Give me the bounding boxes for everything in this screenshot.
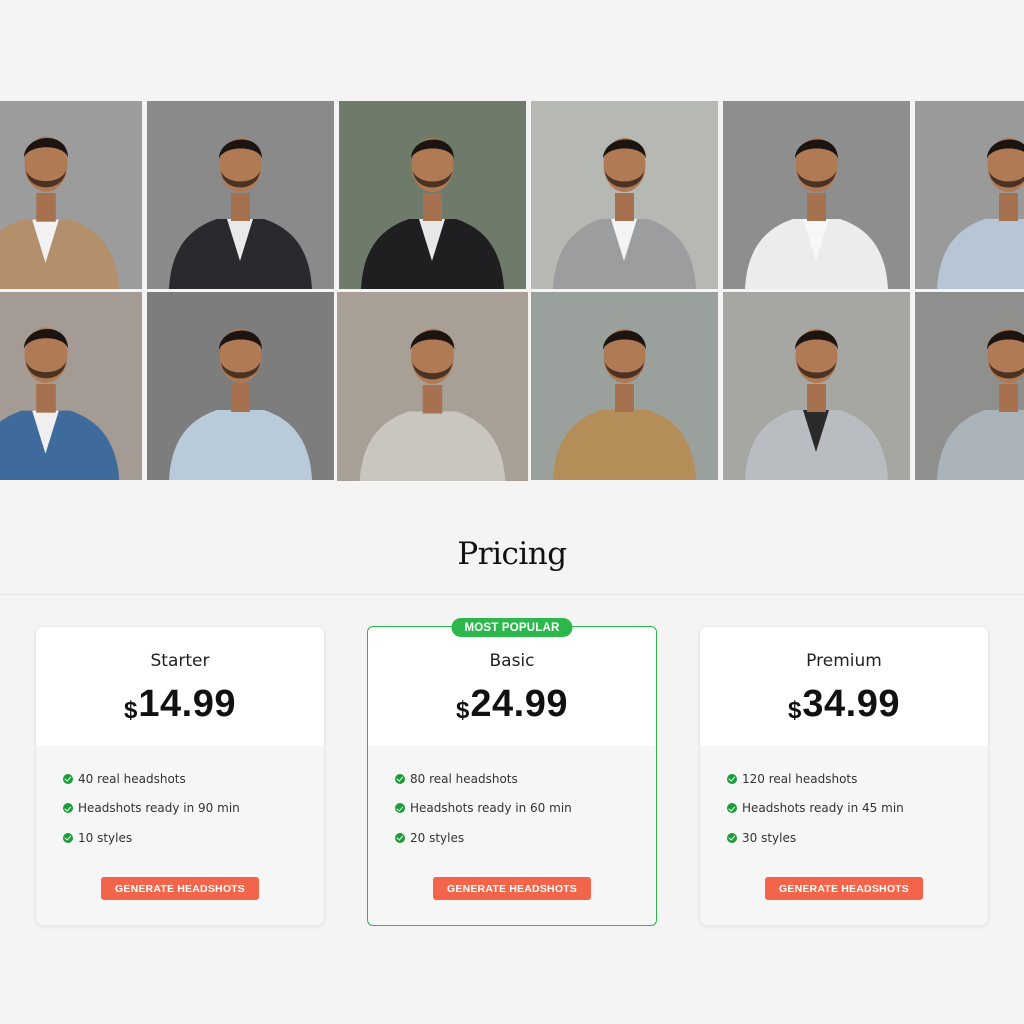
check-circle-icon xyxy=(395,832,405,843)
headshot-photo xyxy=(723,101,910,289)
feature-text: 40 real headshots xyxy=(78,771,186,786)
generate-headshots-button[interactable]: GENERATE HEADSHOTS xyxy=(101,877,259,900)
portrait-image xyxy=(531,101,718,289)
plan-price: $24.99 xyxy=(368,683,656,726)
portrait-image xyxy=(0,101,142,289)
portrait-image xyxy=(723,292,910,480)
feature-text: 120 real headshots xyxy=(742,771,858,786)
feature-list: 80 real headshots Headshots ready in 60 … xyxy=(368,746,656,853)
feature-text: 10 styles xyxy=(78,830,133,845)
feature-list: 120 real headshots Headshots ready in 45… xyxy=(700,746,988,853)
feature-text: 20 styles xyxy=(410,830,465,845)
portrait-image xyxy=(147,101,334,289)
price-amount: 24.99 xyxy=(470,683,568,725)
feature-text: 80 real headshots xyxy=(410,771,518,786)
headshot-photo xyxy=(915,292,1024,480)
plan-card-basic: MOST POPULAR Basic $24.99 80 real headsh… xyxy=(367,618,657,926)
headshot-photo xyxy=(531,292,718,480)
check-circle-icon xyxy=(727,832,737,843)
headshot-photo xyxy=(531,101,718,289)
generate-headshots-button[interactable]: GENERATE HEADSHOTS xyxy=(765,877,923,900)
feature-item: Headshots ready in 45 min xyxy=(727,794,988,824)
plan-card-starter: Starter $14.99 40 real headshots Headsho… xyxy=(36,627,324,925)
check-circle-icon xyxy=(63,803,73,814)
most-popular-badge: MOST POPULAR xyxy=(451,618,573,637)
plan-card-header: Starter $14.99 xyxy=(36,627,324,746)
headshot-photo xyxy=(339,101,526,289)
portrait-image xyxy=(723,101,910,289)
headshot-photo xyxy=(147,101,334,289)
headshot-photo xyxy=(915,101,1024,289)
feature-item: 120 real headshots xyxy=(727,764,988,794)
headshot-photo xyxy=(147,292,334,480)
feature-item: 20 styles xyxy=(395,823,656,853)
currency-symbol: $ xyxy=(124,697,138,724)
pricing-title: Pricing xyxy=(457,536,567,572)
portrait-image xyxy=(147,292,334,480)
plan-price: $14.99 xyxy=(36,683,324,726)
headshot-gallery xyxy=(0,101,1024,481)
portrait-image xyxy=(531,292,718,480)
plan-name: Premium xyxy=(806,651,882,671)
plan-card-header: Basic $24.99 xyxy=(368,627,656,746)
feature-text: Headshots ready in 45 min xyxy=(742,801,904,816)
price-amount: 34.99 xyxy=(802,683,900,725)
headshot-photo xyxy=(723,292,910,480)
feature-item: Headshots ready in 90 min xyxy=(63,794,324,824)
portrait-image xyxy=(0,292,142,480)
feature-text: 30 styles xyxy=(742,830,797,845)
headshot-photo xyxy=(0,292,142,480)
check-circle-icon xyxy=(727,773,737,784)
feature-list: 40 real headshots Headshots ready in 90 … xyxy=(36,746,324,853)
portrait-image xyxy=(915,292,1024,480)
feature-item: 30 styles xyxy=(727,823,988,853)
plan-card-header: Premium $34.99 xyxy=(700,627,988,746)
check-circle-icon xyxy=(395,773,405,784)
portrait-image xyxy=(337,292,528,481)
check-circle-icon xyxy=(727,803,737,814)
section-divider xyxy=(0,594,1024,595)
feature-text: Headshots ready in 60 min xyxy=(410,801,572,816)
feature-item: 80 real headshots xyxy=(395,764,656,794)
portrait-image xyxy=(915,101,1024,289)
headshot-photo xyxy=(0,101,142,289)
plan-name: Starter xyxy=(150,651,210,671)
check-circle-icon xyxy=(63,773,73,784)
currency-symbol: $ xyxy=(788,697,802,724)
plan-price: $34.99 xyxy=(700,683,988,726)
feature-item: 10 styles xyxy=(63,823,324,853)
plan-card-premium: Premium $34.99 120 real headshots Headsh… xyxy=(700,627,988,925)
currency-symbol: $ xyxy=(456,697,470,724)
feature-text: Headshots ready in 90 min xyxy=(78,801,240,816)
feature-item: 40 real headshots xyxy=(63,764,324,794)
check-circle-icon xyxy=(395,803,405,814)
portrait-image xyxy=(339,101,526,289)
headshot-photo xyxy=(337,292,528,481)
feature-item: Headshots ready in 60 min xyxy=(395,794,656,824)
generate-headshots-button[interactable]: GENERATE HEADSHOTS xyxy=(433,877,591,900)
check-circle-icon xyxy=(63,832,73,843)
price-amount: 14.99 xyxy=(138,683,236,725)
